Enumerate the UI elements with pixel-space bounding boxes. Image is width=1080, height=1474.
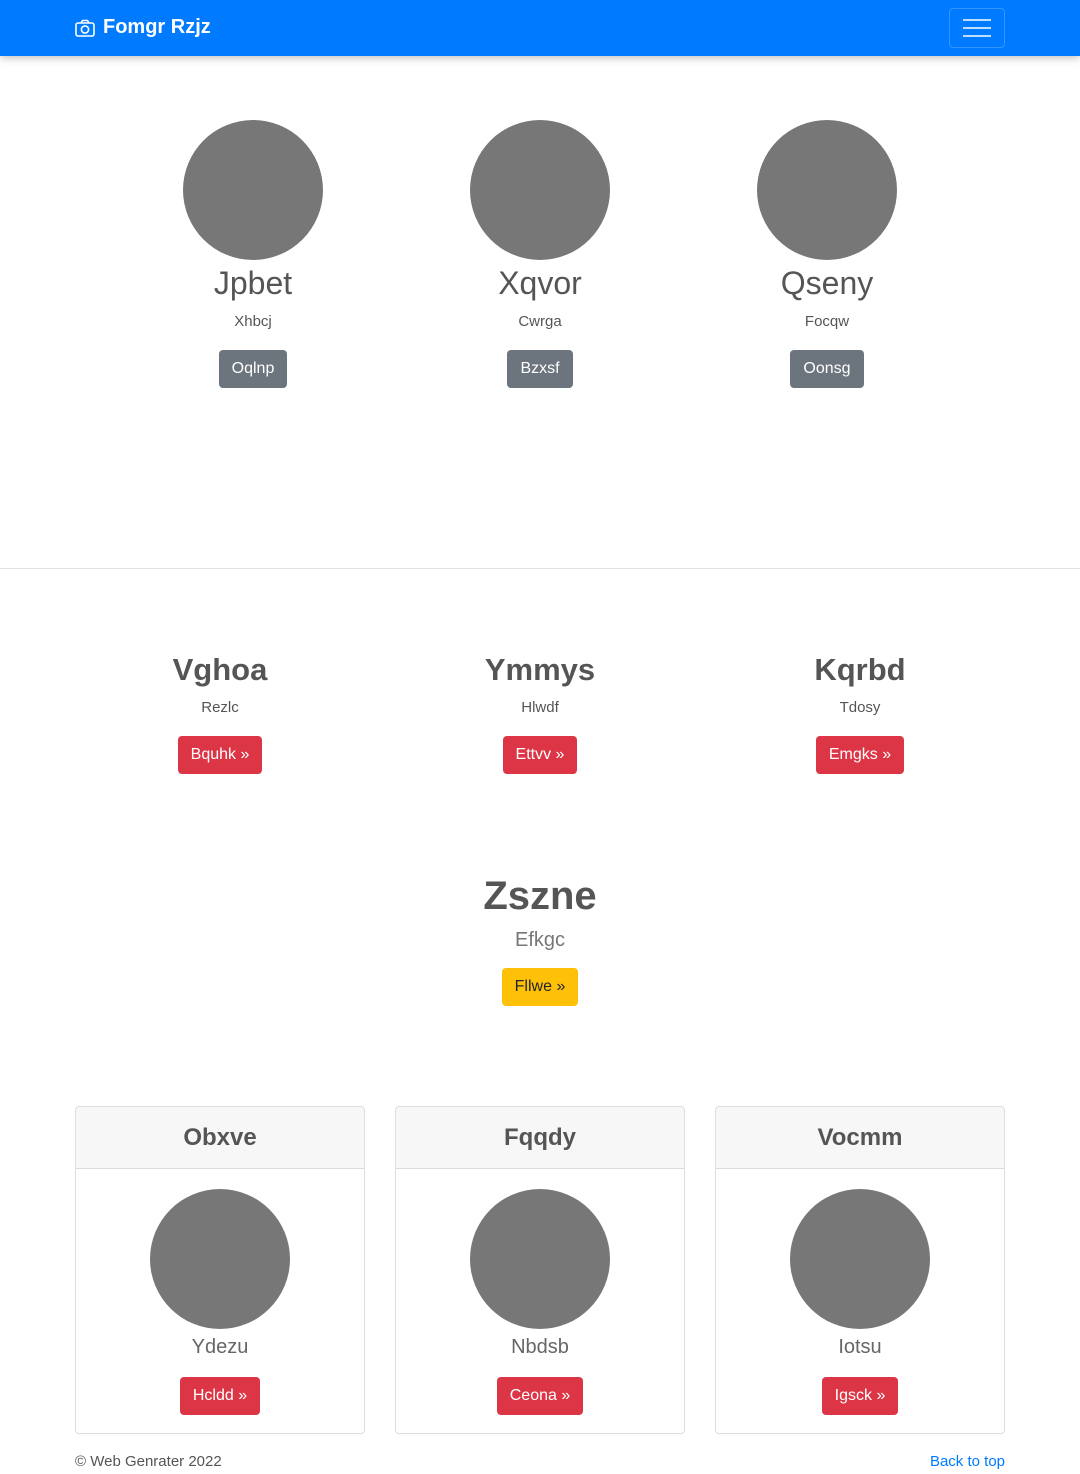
feature-button[interactable]: Bquhk » bbox=[177, 736, 263, 774]
feature-subtitle: Hlwdf bbox=[521, 699, 559, 716]
feature-subtitle: Rezlc bbox=[201, 699, 239, 716]
avatar bbox=[790, 1189, 930, 1329]
card-header: Fqqdy bbox=[396, 1107, 684, 1169]
navbar-toggler-button[interactable] bbox=[949, 8, 1005, 48]
card-name: Iotsu bbox=[838, 1336, 882, 1358]
avatar bbox=[183, 120, 323, 260]
hamburger-menu-icon bbox=[963, 19, 991, 21]
feature-button[interactable]: Ettvv » bbox=[502, 736, 578, 774]
team-member-subtitle: Xhbcj bbox=[234, 313, 272, 330]
hero: Zszne Efkgc Fllwe » bbox=[340, 874, 740, 1006]
feature-title: Vghoa bbox=[172, 652, 268, 687]
card-button[interactable]: Ceona » bbox=[496, 1377, 584, 1415]
feature-title: Kqrbd bbox=[814, 652, 906, 687]
avatar bbox=[757, 120, 897, 260]
team-member-subtitle: Cwrga bbox=[518, 313, 562, 330]
team-member-name: Xqvor bbox=[498, 265, 582, 301]
team-member-2: Xqvor Cwrga Bzxsf bbox=[440, 120, 640, 388]
team-member-name: Jpbet bbox=[213, 265, 293, 301]
team-member-button[interactable]: Bzxsf bbox=[507, 350, 573, 388]
card-button[interactable]: Igsck » bbox=[821, 1377, 899, 1415]
card-3: Vocmm Iotsu Igsck » bbox=[715, 1106, 1005, 1434]
feature-button[interactable]: Emgks » bbox=[815, 736, 905, 774]
card-button[interactable]: Hcldd » bbox=[179, 1377, 261, 1415]
card-2: Fqqdy Nbdsb Ceona » bbox=[395, 1106, 685, 1434]
team-member-button[interactable]: Oonsg bbox=[790, 350, 864, 388]
feature-subtitle: Tdosy bbox=[839, 699, 881, 716]
card-name: Nbdsb bbox=[511, 1336, 569, 1358]
brand-link[interactable]: Fomgr Rzjz bbox=[75, 16, 211, 39]
hero-subtitle: Efkgc bbox=[514, 929, 566, 951]
card-body: Iotsu Igsck » bbox=[716, 1169, 1004, 1415]
team-member-3: Qseny Focqw Oonsg bbox=[727, 120, 927, 388]
brand-name: Fomgr Rzjz bbox=[103, 16, 211, 38]
feature-title: Ymmys bbox=[484, 652, 596, 687]
card-body: Ydezu Hcldd » bbox=[76, 1169, 364, 1415]
hero-title: Zszne bbox=[483, 874, 597, 918]
team-member-name: Qseny bbox=[780, 265, 874, 301]
card-name: Ydezu bbox=[191, 1336, 249, 1358]
back-to-top-link[interactable]: Back to top bbox=[930, 1452, 1005, 1472]
avatar bbox=[470, 120, 610, 260]
hero-button[interactable]: Fllwe » bbox=[501, 968, 579, 1006]
card-1: Obxve Ydezu Hcldd » bbox=[75, 1106, 365, 1434]
team-member-1: Jpbet Xhbcj Oqlnp bbox=[153, 120, 353, 388]
avatar bbox=[470, 1189, 610, 1329]
feature-1: Vghoa Rezlc Bquhk » bbox=[120, 652, 320, 774]
team-member-button[interactable]: Oqlnp bbox=[218, 350, 288, 388]
section-divider bbox=[0, 568, 1080, 569]
card-header: Obxve bbox=[76, 1107, 364, 1169]
footer-copyright: © Web Genrater 2022 bbox=[75, 1453, 222, 1470]
navbar: Fomgr Rzjz bbox=[0, 0, 1080, 56]
feature-3: Kqrbd Tdosy Emgks » bbox=[760, 652, 960, 774]
avatar bbox=[150, 1189, 290, 1329]
feature-2: Ymmys Hlwdf Ettvv » bbox=[440, 652, 640, 774]
team-member-subtitle: Focqw bbox=[804, 313, 850, 330]
card-header: Vocmm bbox=[716, 1107, 1004, 1169]
camera-icon bbox=[75, 19, 95, 37]
card-body: Nbdsb Ceona » bbox=[396, 1169, 684, 1415]
